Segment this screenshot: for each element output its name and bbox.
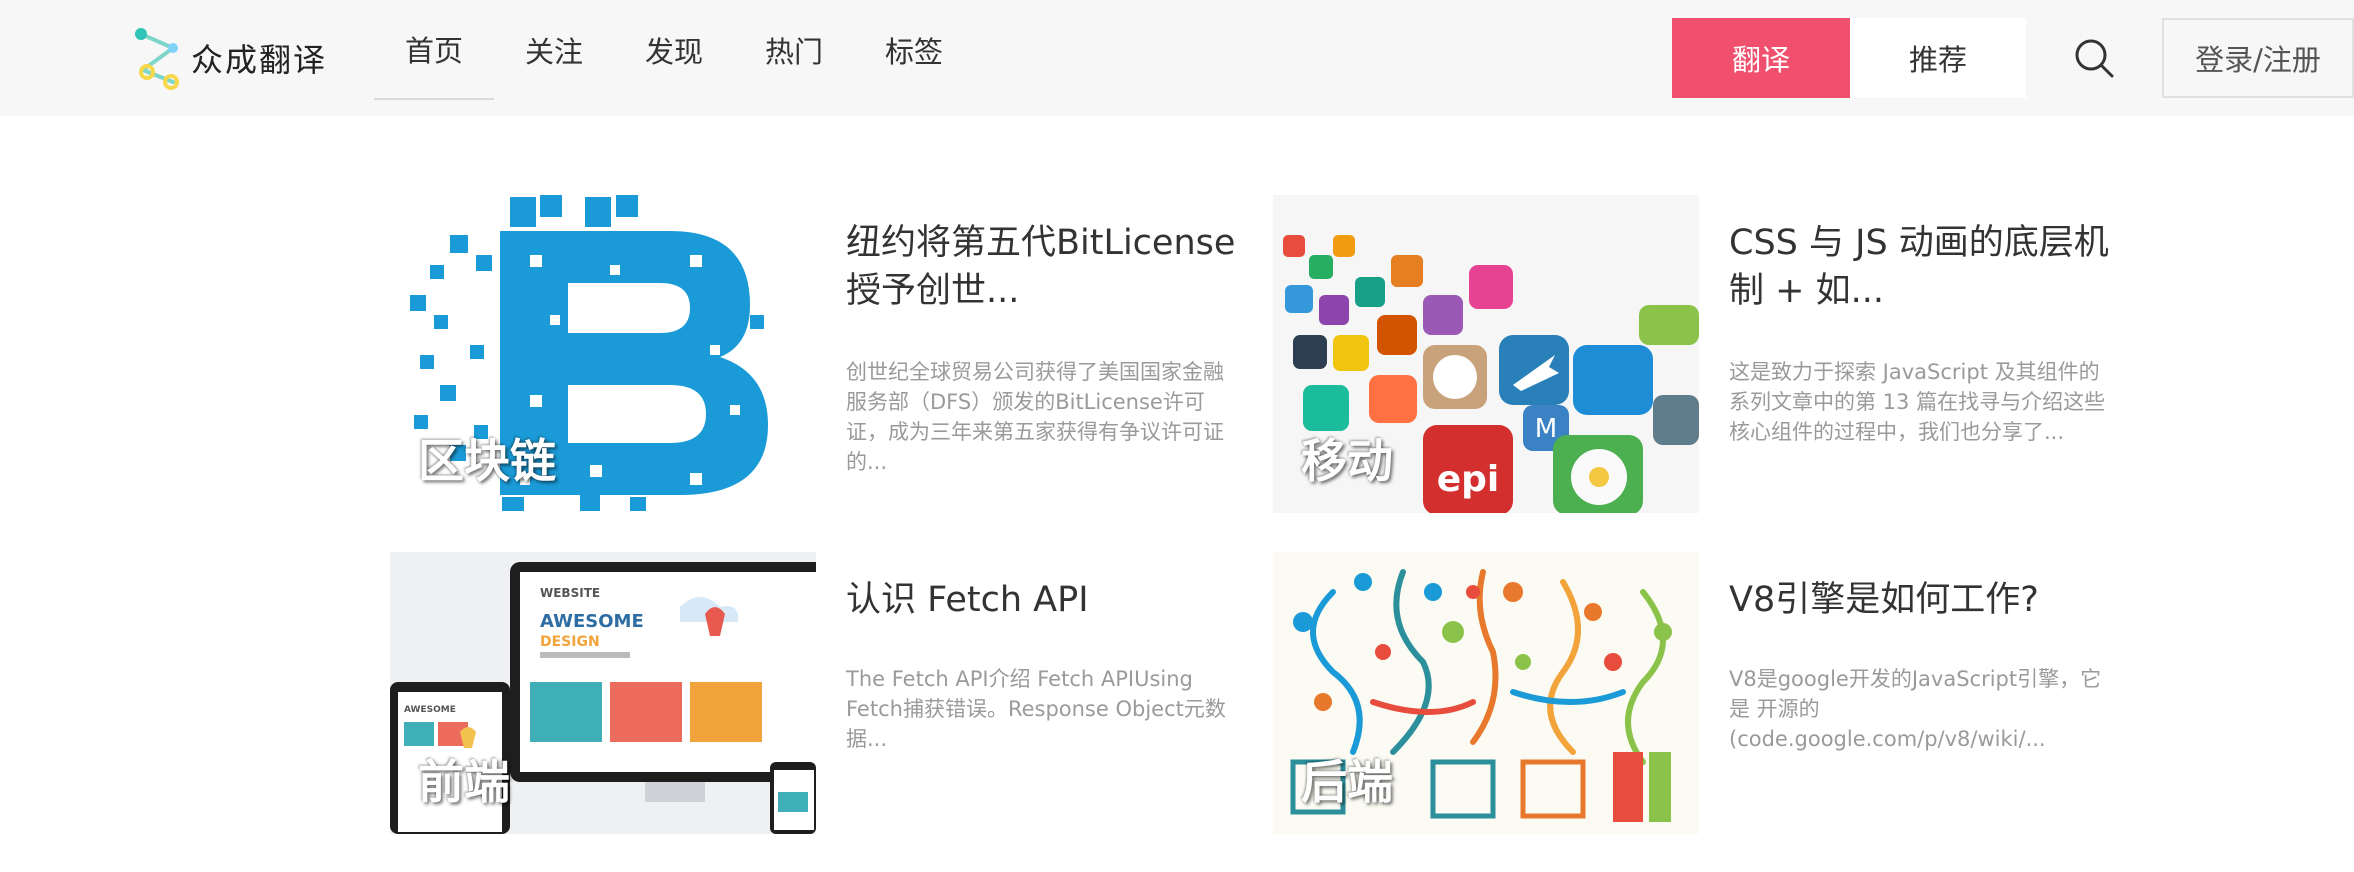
site-logo[interactable]: 众成翻译 <box>133 26 327 90</box>
mock-design-label: DESIGN <box>540 634 600 650</box>
svg-text:epi: epi <box>1437 459 1500 500</box>
logo-icon <box>135 28 179 90</box>
article-excerpt: The Fetch API介绍 Fetch APIUsing Fetch捕获错误… <box>846 667 1226 751</box>
top-header: 众成翻译 首页 关注 发现 热门 标签 翻译 推荐 登录/注册 <box>0 0 2354 116</box>
article-card-bitlicense[interactable]: 区块链 纽约将第五代BitLicense授予创世... 创世纪全球贸易公司获得了… <box>390 195 1250 515</box>
article-tag: 前端 <box>418 755 510 809</box>
article-tag: 后端 <box>1301 755 1393 809</box>
nav-hot[interactable]: 热门 <box>734 0 854 100</box>
nav-tags[interactable]: 标签 <box>854 0 974 100</box>
article-title[interactable]: CSS 与 JS 动画的底层机制 + 如... <box>1729 219 2129 315</box>
mock-awesome-small-label: AWESOME <box>404 705 456 715</box>
article-card-css-js-animation[interactable]: M epi 移动 CSS 与 JS 动画的底层机制 + 如... 这是致力于探索… <box>1273 195 2133 515</box>
article-excerpt: 创世纪全球贸易公司获得了美国国家金融服务部（DFS）颁发的BitLicense许… <box>846 360 1224 474</box>
article-excerpt: 这是致力于探索 JavaScript 及其组件的系列文章中的第 13 篇在找寻与… <box>1729 360 2106 444</box>
search-icon[interactable] <box>2072 36 2116 80</box>
translate-button[interactable]: 翻译 <box>1672 18 1850 98</box>
mock-awesome-label: AWESOME <box>540 611 644 632</box>
article-tag: 区块链 <box>418 434 556 488</box>
svg-text:M: M <box>1535 414 1557 444</box>
nav-home[interactable]: 首页 <box>374 0 494 100</box>
login-register-button[interactable]: 登录/注册 <box>2162 18 2354 98</box>
article-excerpt: V8是google开发的JavaScript引擎，它是 开源的(code.goo… <box>1729 667 2102 751</box>
article-thumbnail[interactable]: WEBSITE AWESOME DESIGN AWESOME 前端 <box>390 552 816 834</box>
article-card-v8-engine[interactable]: 后端 V8引擎是如何工作? V8是google开发的JavaScript引擎，它… <box>1273 552 2133 872</box>
nav-follow[interactable]: 关注 <box>494 0 614 100</box>
nav-discover[interactable]: 发现 <box>614 0 734 100</box>
recommend-button[interactable]: 推荐 <box>1850 18 2026 98</box>
mock-website-label: WEBSITE <box>540 586 600 600</box>
article-thumbnail[interactable]: M epi 移动 <box>1273 195 1699 513</box>
article-card-fetch-api[interactable]: WEBSITE AWESOME DESIGN AWESOME 前端 认识 Fet… <box>390 552 1250 872</box>
article-tag: 移动 <box>1301 434 1393 488</box>
article-thumbnail[interactable]: 后端 <box>1273 552 1699 834</box>
article-title[interactable]: V8引擎是如何工作? <box>1729 576 2129 624</box>
logo-text: 众成翻译 <box>191 41 328 79</box>
article-title[interactable]: 认识 Fetch API <box>846 576 1246 624</box>
article-thumbnail[interactable]: 区块链 <box>390 195 816 513</box>
article-title[interactable]: 纽约将第五代BitLicense授予创世... <box>846 219 1246 315</box>
main-nav: 首页 关注 发现 热门 标签 <box>374 0 974 100</box>
